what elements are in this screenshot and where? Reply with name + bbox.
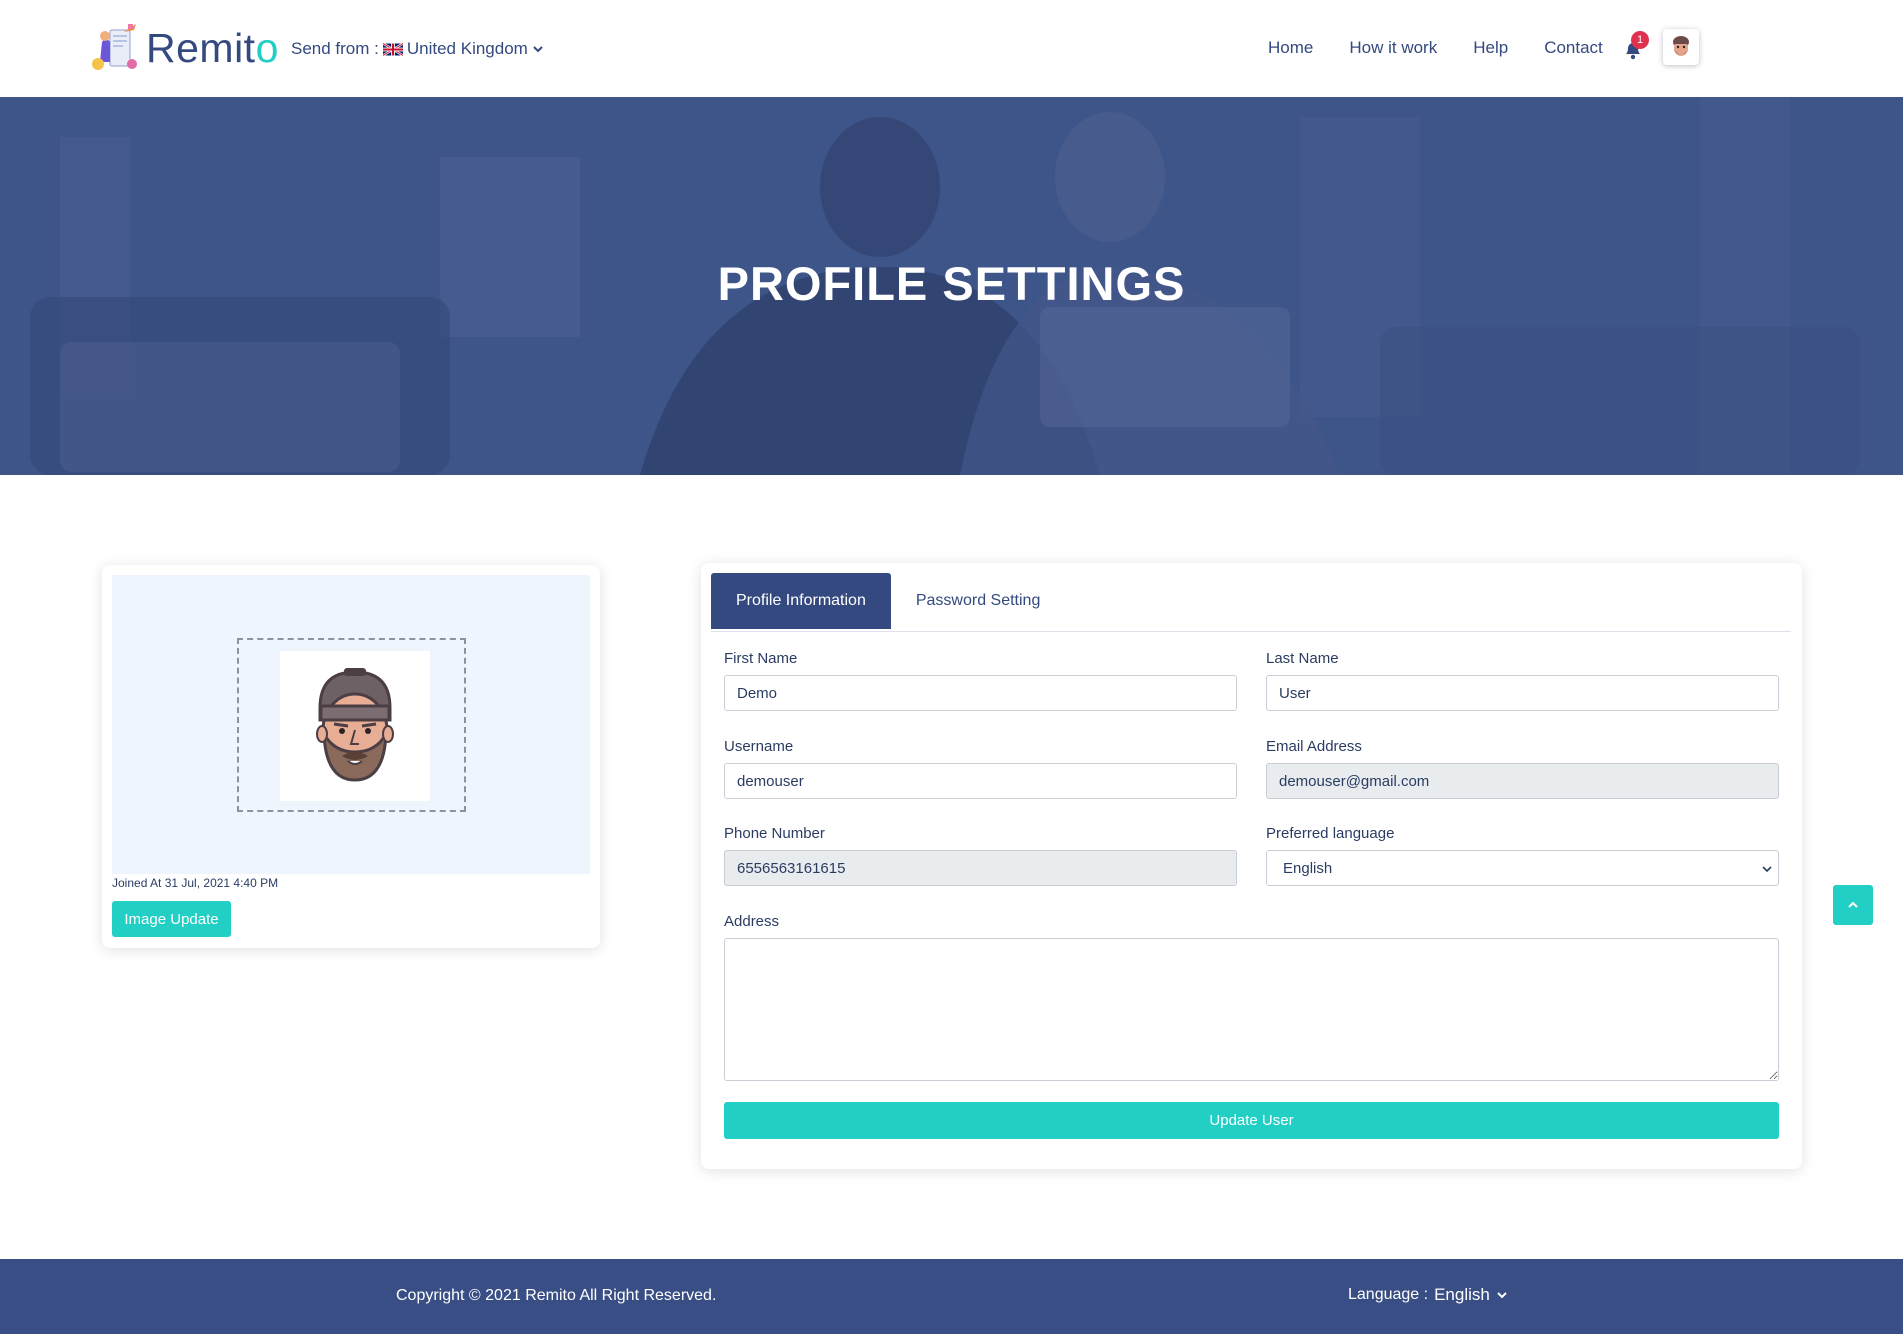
scroll-to-top-button[interactable] bbox=[1833, 885, 1873, 925]
main-nav: Home How it work Help Contact bbox=[1268, 38, 1639, 58]
image-update-button[interactable]: Image Update bbox=[112, 901, 231, 937]
user-avatar-button[interactable] bbox=[1663, 29, 1699, 65]
joined-date: Joined At 31 Jul, 2021 4:40 PM bbox=[112, 876, 279, 890]
last-name-group: Last Name bbox=[1266, 650, 1779, 711]
top-navbar: Remito Send from : United Kingdom Home H… bbox=[0, 0, 1903, 97]
last-name-label: Last Name bbox=[1266, 650, 1339, 667]
preferred-language-select[interactable]: English bbox=[1266, 850, 1779, 886]
preferred-language-value: English bbox=[1283, 859, 1333, 877]
nav-home[interactable]: Home bbox=[1268, 38, 1313, 58]
image-upload-area[interactable] bbox=[112, 575, 590, 874]
language-group: Preferred language English bbox=[1266, 825, 1779, 886]
logo-text: Remito bbox=[146, 24, 279, 71]
email-label: Email Address bbox=[1266, 738, 1362, 755]
nav-how-it-work[interactable]: How it work bbox=[1349, 38, 1437, 58]
send-from-country: United Kingdom bbox=[406, 39, 528, 58]
phone-label: Phone Number bbox=[724, 825, 825, 842]
footer-language-value: English bbox=[1434, 1285, 1490, 1304]
phone-field bbox=[724, 850, 1237, 886]
page-banner: PROFILE SETTINGS bbox=[0, 97, 1903, 475]
send-from-label: Send from : bbox=[291, 39, 379, 58]
username-group: Username bbox=[724, 738, 1237, 799]
image-dropzone[interactable] bbox=[237, 638, 466, 812]
copyright-text: Copyright © 2021 Remito All Right Reserv… bbox=[396, 1287, 717, 1304]
footer-language-selector[interactable]: Language : English bbox=[1348, 1285, 1508, 1305]
page-title: PROFILE SETTINGS bbox=[717, 257, 1186, 310]
remito-logo[interactable]: Remito bbox=[88, 22, 279, 74]
chevron-down-icon bbox=[1762, 866, 1772, 873]
nav-contact[interactable]: Contact bbox=[1544, 38, 1603, 58]
first-name-label: First Name bbox=[724, 650, 798, 667]
username-field[interactable] bbox=[724, 763, 1237, 799]
username-label: Username bbox=[724, 738, 794, 755]
notification-badge: 1 bbox=[1631, 31, 1649, 49]
avatar-icon bbox=[1673, 36, 1689, 56]
address-field[interactable] bbox=[724, 938, 1779, 1081]
address-group: Address bbox=[724, 913, 1779, 1086]
email-field bbox=[1266, 763, 1779, 799]
bearded-man-avatar-icon bbox=[316, 668, 394, 782]
send-from-country-selector[interactable]: Send from : United Kingdom bbox=[291, 39, 544, 59]
update-user-button[interactable]: Update User bbox=[724, 1102, 1779, 1139]
email-group: Email Address bbox=[1266, 738, 1779, 799]
address-label: Address bbox=[724, 913, 780, 930]
nav-help[interactable]: Help bbox=[1473, 38, 1508, 58]
phone-group: Phone Number bbox=[724, 825, 1237, 886]
uk-flag-icon bbox=[382, 42, 403, 56]
footer: Copyright © 2021 Remito All Right Reserv… bbox=[0, 1259, 1903, 1334]
chevron-up-icon bbox=[1848, 901, 1858, 908]
first-name-field[interactable] bbox=[724, 675, 1237, 711]
profile-form-card: Profile Information Password Setting Fir… bbox=[701, 563, 1802, 1169]
footer-language-label: Language : bbox=[1348, 1286, 1429, 1303]
first-name-group: First Name bbox=[724, 650, 1237, 711]
profile-image bbox=[280, 651, 430, 801]
language-label: Preferred language bbox=[1266, 825, 1395, 842]
settings-tabs: Profile Information Password Setting bbox=[711, 573, 1791, 632]
tab-password-setting[interactable]: Password Setting bbox=[891, 573, 1066, 629]
chevron-down-icon bbox=[533, 46, 543, 53]
chevron-down-icon bbox=[1497, 1292, 1507, 1299]
logo-illustration-icon bbox=[92, 24, 137, 70]
profile-image-card: Joined At 31 Jul, 2021 4:40 PM Image Upd… bbox=[102, 565, 600, 948]
last-name-field[interactable] bbox=[1266, 675, 1779, 711]
tab-profile-information[interactable]: Profile Information bbox=[711, 573, 891, 629]
